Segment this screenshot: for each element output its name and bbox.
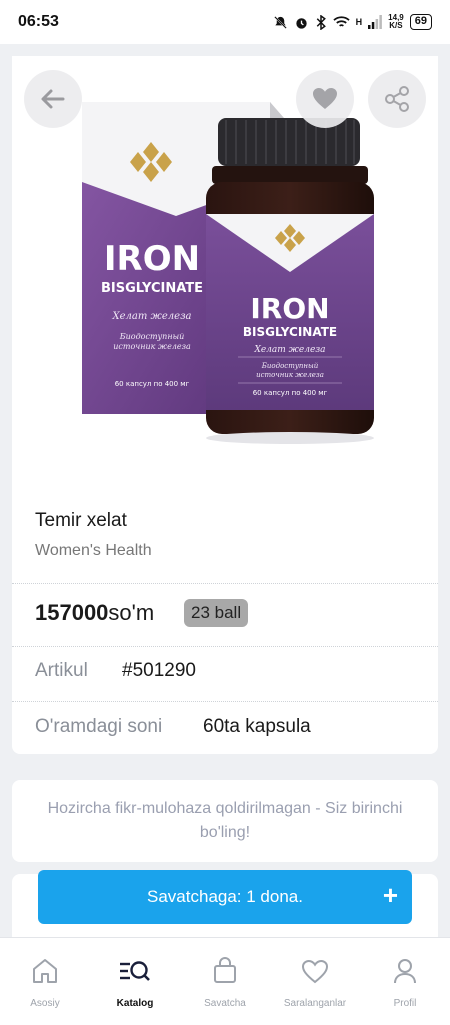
nav-label: Katalog — [116, 998, 154, 1009]
wifi-icon — [333, 16, 350, 27]
favorite-button[interactable] — [296, 70, 354, 128]
product-title: Temir xelat — [35, 510, 127, 531]
divider — [12, 646, 438, 647]
nav-label: Profil — [393, 998, 417, 1009]
price-value: 157000 — [35, 600, 109, 625]
network-letter: H — [355, 17, 363, 27]
price-currency: so'm — [108, 600, 155, 625]
share-button[interactable] — [368, 70, 426, 128]
heart-outline-icon — [298, 954, 332, 988]
jar-ru-desc2: источник железа — [256, 371, 324, 379]
bluetooth-icon — [316, 14, 326, 30]
jar-ru-caps: 60 капсул по 400 мг — [253, 389, 328, 397]
box-ru-desc2: источник железа — [113, 342, 191, 351]
jar-ru-desc1: Биодоступный — [261, 362, 319, 370]
arrow-left-icon — [41, 89, 65, 109]
battery-indicator: 69 — [409, 14, 432, 30]
jar-brand-main: IRON — [250, 292, 329, 325]
reviews-empty-text: Hozircha fikr-mulohaza qoldirilmagan - S… — [47, 800, 403, 841]
jar-brand-sub: BISGLYCINATE — [243, 325, 337, 339]
product-card: IRON BISGLYCINATE Хелат железа Биодоступ… — [12, 56, 438, 754]
pack-label: O'ramdagi soni — [35, 716, 163, 737]
nav-label: Asosiy — [30, 998, 60, 1009]
box-ru-title: Хелат железа — [111, 311, 191, 322]
user-icon — [388, 954, 422, 988]
product-price: 157000so'm — [35, 600, 154, 626]
article-value: #501290 — [122, 660, 196, 681]
cart-card: Savatchaga: 1 dona. + — [12, 870, 438, 944]
back-button[interactable] — [24, 70, 82, 128]
alarm-icon — [296, 17, 307, 29]
nav-item-savatcha[interactable]: Savatcha — [180, 938, 270, 1025]
home-icon — [28, 954, 62, 988]
nav-item-profil[interactable]: Profil — [360, 938, 450, 1025]
shopping-bag-icon — [208, 954, 242, 988]
ball-badge: 23 ball — [184, 599, 249, 627]
reviews-card: Hozircha fikr-mulohaza qoldirilmagan - S… — [12, 780, 438, 862]
nav-item-saralanganlar[interactable]: Saralanganlar — [270, 938, 360, 1025]
product-image: IRON BISGLYCINATE Хелат железа Биодоступ… — [12, 56, 438, 486]
jar-ru-title: Хелат железа — [253, 345, 325, 355]
status-bar: 06:53 H 14,9 K/S 69 — [0, 0, 450, 44]
status-icons: H 14,9 K/S 69 — [273, 14, 432, 30]
product-category: Women's Health — [35, 542, 152, 559]
add-to-cart-button[interactable]: Savatchaga: 1 dona. + — [38, 870, 412, 924]
divider — [12, 583, 438, 584]
pack-value: 60ta kapsula — [203, 716, 311, 737]
nav-label: Savatcha — [204, 998, 246, 1009]
box-ru-desc1: Биодоступный — [119, 332, 185, 341]
nav-item-asosiy[interactable]: Asosiy — [0, 938, 90, 1025]
net-speed: 14,9 K/S — [388, 13, 404, 30]
status-time: 06:53 — [18, 13, 59, 30]
heart-icon — [313, 88, 337, 109]
bottom-navigation: Asosiy Katalog Savatcha Saralanganlar Pr… — [0, 937, 450, 1025]
box-brand-sub: BISGLYCINATE — [101, 281, 203, 296]
cart-button-label: Savatchaga: 1 dona. — [147, 887, 303, 906]
nav-label: Saralanganlar — [283, 998, 347, 1009]
box-ru-caps: 60 капсул по 400 мг — [115, 380, 190, 388]
box-brand-main: IRON — [104, 239, 200, 279]
article-label: Artikul — [35, 660, 88, 681]
mute-icon — [273, 15, 287, 29]
nav-item-katalog[interactable]: Katalog — [90, 938, 180, 1025]
catalog-search-icon — [118, 954, 152, 988]
plus-icon[interactable]: + — [383, 881, 398, 909]
divider — [12, 701, 438, 702]
signal-icon — [368, 15, 383, 29]
share-icon — [385, 86, 409, 112]
